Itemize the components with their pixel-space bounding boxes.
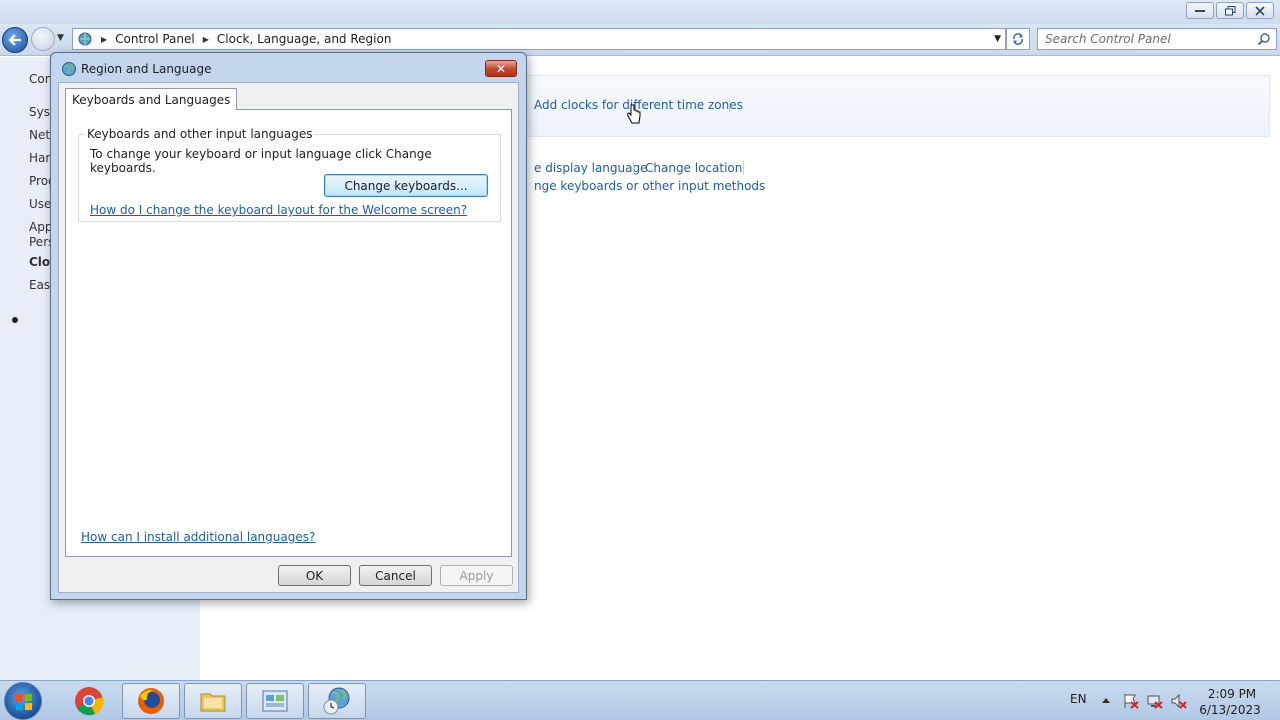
tab-keyboards-and-languages[interactable]: Keyboards and Languages <box>65 88 238 110</box>
sidebar-item-control-panel-home[interactable]: Con <box>29 72 52 86</box>
firefox-icon <box>138 688 164 714</box>
address-dropdown-icon[interactable]: ▼ <box>994 34 1001 44</box>
sidebar-item-appearance[interactable]: App <box>29 220 52 234</box>
window-titlebar <box>0 0 1280 24</box>
taskbar: EN 2:09 PM 6/13/2023 <box>0 680 1280 720</box>
volume-muted-icon[interactable] <box>1170 693 1188 709</box>
region-language-dialog: Region and Language ✕ Keyboards and Lang… <box>50 52 527 600</box>
current-item-bullet <box>12 317 18 323</box>
group-label: Keyboards and other input languages <box>85 127 315 141</box>
breadcrumb-clock-language-region[interactable]: Clock, Language, and Region <box>217 32 392 46</box>
apply-button[interactable]: Apply <box>440 565 513 586</box>
close-icon <box>1255 5 1265 16</box>
recent-pages-dropdown[interactable]: ▼ <box>57 33 67 45</box>
control-panel-icon <box>78 32 92 46</box>
restore-button[interactable] <box>1216 2 1244 19</box>
tab-panel: Keyboards and other input languages To c… <box>65 109 512 557</box>
close-window-button[interactable] <box>1246 2 1274 19</box>
breadcrumb-control-panel[interactable]: Control Panel <box>115 32 195 46</box>
link-separator <box>633 161 634 175</box>
dialog-close-button[interactable]: ✕ <box>485 60 517 77</box>
back-button[interactable] <box>2 27 28 53</box>
show-hidden-icons-icon[interactable] <box>1101 696 1111 704</box>
chrome-icon <box>75 687 104 716</box>
network-icon[interactable] <box>1146 693 1164 709</box>
cancel-button[interactable]: Cancel <box>359 565 432 586</box>
dialog-body: Keyboards and Languages Keyboards and ot… <box>58 82 519 593</box>
folder-icon <box>200 693 226 712</box>
minimize-button[interactable] <box>1186 2 1214 19</box>
address-bar[interactable]: ▶ Control Panel ▶ Clock, Language, and R… <box>72 28 1006 50</box>
keyboards-group: Keyboards and other input languages To c… <box>78 127 501 222</box>
chevron-right-icon[interactable]: ▶ <box>203 35 209 44</box>
minimize-icon <box>1195 9 1205 12</box>
ok-button[interactable]: OK <box>278 565 351 586</box>
search-placeholder: Search Control Panel <box>1045 32 1171 46</box>
change-keyboards-button[interactable]: Change keyboards... <box>324 174 488 197</box>
taskbar-firefox[interactable] <box>122 683 180 719</box>
search-icon[interactable] <box>1257 32 1271 46</box>
refresh-button[interactable] <box>1006 28 1030 50</box>
taskbar-explorer[interactable] <box>184 683 242 719</box>
globe-icon <box>62 62 76 76</box>
hand-cursor-icon <box>627 104 641 124</box>
window-controls <box>1186 2 1274 19</box>
start-button[interactable] <box>4 682 42 720</box>
control-panel-icon <box>262 690 288 712</box>
taskbar-region-language[interactable] <box>308 683 366 719</box>
clock-date[interactable]: 6/13/2023 <box>1199 703 1261 717</box>
link-separator <box>729 98 730 112</box>
chevron-right-icon[interactable]: ▶ <box>101 35 107 44</box>
restore-icon <box>1224 5 1235 15</box>
clock-time[interactable]: 2:09 PM <box>1203 687 1261 701</box>
change-keyboards-link[interactable]: nge keyboards or other input methods <box>534 179 765 193</box>
dialog-title: Region and Language <box>81 62 212 76</box>
welcome-screen-layout-link[interactable]: How do I change the keyboard layout for … <box>90 203 467 217</box>
change-display-language-link[interactable]: e display language <box>534 161 648 175</box>
refresh-icon <box>1013 33 1023 45</box>
change-location-link[interactable]: Change location <box>645 161 742 175</box>
search-input[interactable]: Search Control Panel <box>1037 28 1277 50</box>
taskbar-control-panel[interactable] <box>246 683 304 719</box>
input-language-indicator[interactable]: EN <box>1070 692 1087 706</box>
taskbar-chrome[interactable] <box>60 683 118 719</box>
action-center-flag-icon[interactable] <box>1122 693 1140 709</box>
forward-button[interactable] <box>31 27 55 51</box>
close-icon: ✕ <box>495 61 507 76</box>
windows-logo-icon <box>16 694 32 710</box>
back-arrow-icon <box>8 34 21 46</box>
link-separator <box>743 161 744 175</box>
install-languages-link[interactable]: How can I install additional languages? <box>81 530 315 544</box>
globe-clock-icon <box>323 687 350 715</box>
group-description: To change your keyboard or input languag… <box>90 147 432 175</box>
